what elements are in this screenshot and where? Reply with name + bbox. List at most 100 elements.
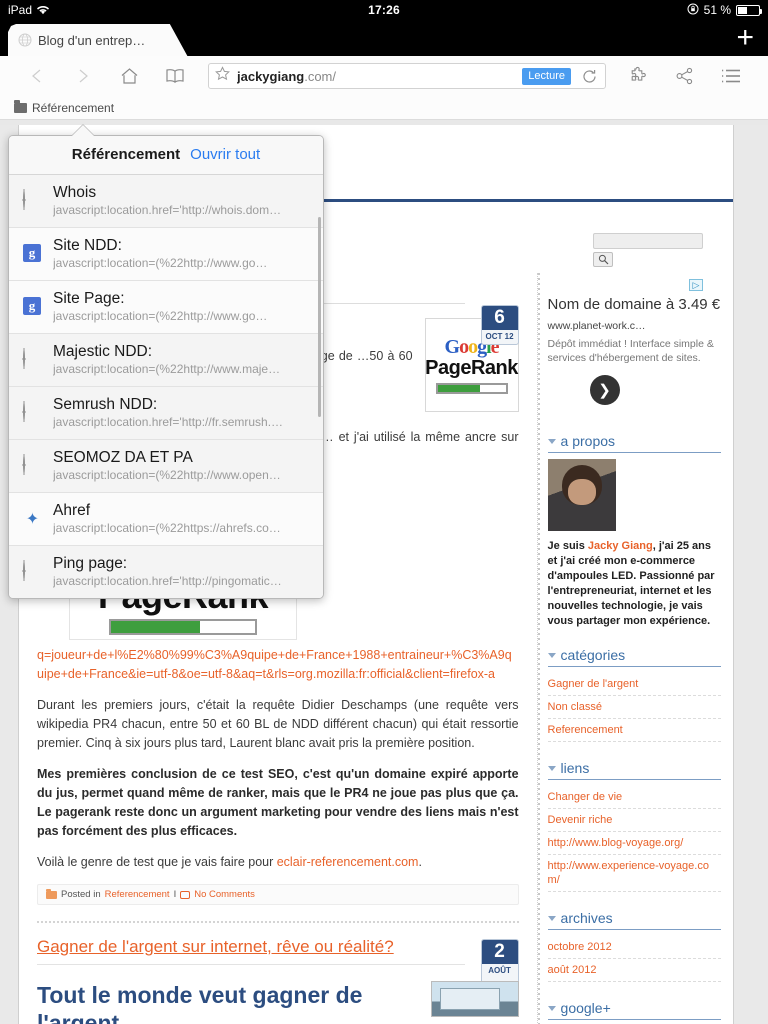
folder-icon [46,888,57,899]
eclair-link[interactable]: eclair-referencement.com [277,855,419,869]
folder-icon [14,99,27,113]
bio-pre: Je suis [547,540,588,552]
globe-icon [18,33,32,47]
category-link[interactable]: Gagner de l'argent [547,673,721,696]
bookmark-item-site-ndd[interactable]: g Site NDD: javascript:location=(%22http… [9,228,323,281]
meta-comments-link[interactable]: No Comments [194,889,255,900]
author-name-link[interactable]: Jacky Giang [588,540,653,552]
tab-title: Blog d'un entrep… [38,32,146,48]
ios-status-bar: iPad 17:26 51 % [0,0,768,20]
popover-header: Référencement Ouvrir tout [9,136,323,175]
category-link[interactable]: Non classé [547,696,721,719]
bookmarks-button[interactable] [152,61,198,91]
bookmark-item-site-page[interactable]: g Site Page: javascript:location=(%22htt… [9,281,323,334]
bookmark-item-majestic-ndd[interactable]: Majestic NDD: javascript:location=(%22ht… [9,334,323,387]
bookmark-item-ping-page[interactable]: Ping page: javascript:location.href='htt… [9,546,323,598]
pagerank-bar [109,619,257,635]
status-right: 51 % [687,3,762,18]
bookmark-url: javascript:location=(%22https://ahrefs.c… [53,521,281,535]
popover-list[interactable]: Whois javascript:location.href='http://w… [9,175,323,598]
bookmark-title: Majestic NDD: [53,343,153,360]
adchoices-icon[interactable]: ▷ [689,279,703,291]
sidebar-heading-googleplus[interactable]: google+ [547,996,721,1020]
long-query-url[interactable]: q=joueur+de+l%E2%80%99%C3%A9quipe+de+Fra… [37,648,512,681]
liens-link[interactable]: Devenir riche [547,809,721,832]
new-tab-button[interactable]: + [736,23,754,53]
battery-percent: 51 % [703,3,731,17]
long-url-paragraph: q=joueur+de+l%E2%80%99%C3%A9quipe+de+Fra… [37,646,519,684]
post-title-link[interactable]: Gagner de l'argent sur internet, rêve ou… [37,937,465,965]
browser-toolbar: jackygiang.com/ Lecture [0,56,768,96]
sidebar-heading-label: archives [560,910,613,926]
bookmark-folder-referencement[interactable]: Référencement [14,99,115,115]
star-icon[interactable] [215,66,230,86]
category-link[interactable]: Referencement [547,719,721,742]
bookmark-title: SEOMOZ DA ET PA [53,449,193,466]
sidebar-heading-liens[interactable]: liens [547,756,721,780]
url-input[interactable]: jackygiang.com/ [237,69,515,84]
bookmark-url: javascript:location.href='http://pingoma… [53,574,282,588]
bookmark-title: Ping page: [53,555,128,572]
post-paragraph-voila: Voilà le genre de test que je vais faire… [37,853,519,872]
share-button[interactable] [662,61,708,91]
ipad-safari-screen: iPad 17:26 51 % Blog d'un entrep… ✕ + ja… [0,0,768,1024]
caret-down-icon [547,915,556,921]
bookmark-item-semrush-ndd[interactable]: Semrush NDD: javascript:location.href='h… [9,387,323,440]
ad-url[interactable]: www.planet-work.c… [548,320,721,332]
reload-button[interactable] [578,69,601,84]
sidebar-heading-about[interactable]: a propos [547,429,721,453]
search-button[interactable] [593,252,613,267]
bookmark-item-seomoz[interactable]: SEOMOZ DA ET PA javascript:location=(%22… [9,440,323,493]
ad-title[interactable]: Nom de domaine à 3.49 € [548,295,721,314]
sidebar: ▷ Nom de domaine à 3.49 € www.planet-wor… [537,273,733,1024]
open-all-button[interactable]: Ouvrir tout [190,146,260,163]
extensions-button[interactable] [616,61,662,91]
date-month: OCT 12 [485,332,514,341]
bookmark-title: Ahref [53,502,91,519]
date-day: 6 [481,306,518,330]
chevron-right-circle-icon[interactable]: ❯ [589,375,620,405]
google-icon: g [23,244,42,263]
forward-button[interactable] [60,61,106,91]
site-search[interactable] [593,233,703,267]
puzzle-icon [631,66,646,81]
battery-icon [736,4,762,16]
sidebar-heading-archives[interactable]: archives [547,906,721,930]
close-icon[interactable]: ✕ [177,33,195,47]
list-icon [722,69,740,83]
date-day: 2 [481,940,518,964]
book-icon [166,69,184,83]
search-input[interactable] [593,233,703,249]
back-button[interactable] [14,61,60,91]
url-bar[interactable]: jackygiang.com/ Lecture [208,63,606,89]
popover-arrow [72,125,94,136]
bookmark-url: javascript:location=(%22http://www.go… [53,256,268,270]
archive-link[interactable]: août 2012 [547,959,721,982]
share-icon [676,67,693,85]
popover-scrollbar[interactable] [318,217,321,417]
reader-mode-button[interactable]: Lecture [522,67,571,85]
liens-link[interactable]: Changer de vie [547,786,721,809]
bookmarks-bar: Référencement [0,96,768,120]
browser-tab[interactable]: Blog d'un entrep… ✕ [8,24,203,56]
sidebar-heading-label: a propos [560,433,616,449]
liens-link[interactable]: http://www.experience-voyage.com/ [547,855,721,892]
post-paragraph-durant: Durant les premiers jours, c'était la re… [37,698,519,750]
rotation-lock-icon [687,3,699,18]
bookmark-folder-label: Référencement [32,100,115,115]
home-button[interactable] [106,61,152,91]
sidebar-ad[interactable]: ▷ Nom de domaine à 3.49 € www.planet-wor… [548,279,721,415]
globe-icon [23,561,42,581]
sidebar-heading-categories[interactable]: catégories [547,643,721,667]
bookmark-item-whois[interactable]: Whois javascript:location.href='http://w… [9,175,323,228]
bookmark-item-ahref[interactable]: ✦ Ahref javascript:location=(%22https://… [9,493,323,546]
archive-link[interactable]: octobre 2012 [547,936,721,959]
globe-icon [23,349,42,369]
popover-title: Référencement [71,146,181,163]
meta-category-link[interactable]: Referencement [105,889,170,900]
liens-link[interactable]: http://www.blog-voyage.org/ [547,832,721,855]
reading-list-button[interactable] [708,61,754,91]
chevron-right-icon [79,69,88,83]
pagerank-bar [435,382,508,394]
status-clock: 17:26 [368,3,400,17]
